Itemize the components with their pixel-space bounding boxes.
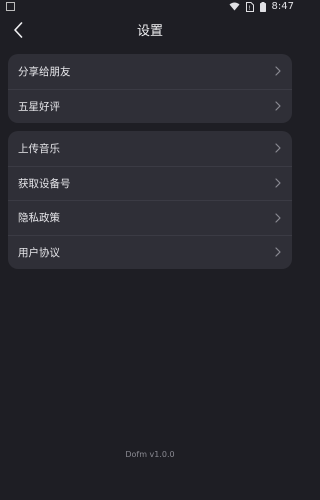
five-star-rating-item[interactable]: 五星好评: [8, 88, 292, 124]
battery-icon: [259, 1, 266, 12]
five-star-rating-label: 五星好评: [18, 100, 60, 113]
user-agreement-item[interactable]: 用户协议: [8, 234, 292, 270]
status-time: 8:47: [271, 1, 294, 12]
chevron-right-icon: [275, 178, 281, 188]
chevron-right-icon: [275, 247, 281, 257]
app-version: Dofm v1.0.0: [125, 450, 175, 459]
privacy-policy-label: 隐私政策: [18, 212, 60, 225]
chevron-right-icon: [275, 143, 281, 153]
status-icons: ! 8:47: [229, 1, 294, 12]
chevron-right-icon: [275, 213, 281, 223]
device-id-label: 获取设备号: [18, 177, 71, 190]
share-to-friends-item[interactable]: 分享给朋友: [8, 54, 292, 89]
settings-group-share: 分享给朋友 五星好评: [8, 54, 292, 123]
user-agreement-label: 用户协议: [18, 246, 60, 259]
page-title: 设置: [136, 24, 163, 39]
chevron-right-icon: [275, 101, 281, 111]
upload-music-label: 上传音乐: [18, 142, 60, 155]
share-to-friends-label: 分享给朋友: [18, 65, 71, 78]
notification-icon: [6, 2, 15, 11]
status-bar: ! 8:47: [0, 0, 300, 14]
nav-bar: 设置: [0, 14, 300, 48]
upload-music-item[interactable]: 上传音乐: [8, 131, 292, 166]
chevron-right-icon: [275, 66, 281, 76]
settings-group-general: 上传音乐 获取设备号 隐私政策 用户协议: [8, 131, 292, 269]
device-id-item[interactable]: 获取设备号: [8, 165, 292, 201]
wifi-icon: [229, 2, 240, 11]
privacy-policy-item[interactable]: 隐私政策: [8, 200, 292, 235]
svg-text:!: !: [248, 5, 250, 12]
no-sim-icon: !: [245, 1, 254, 12]
